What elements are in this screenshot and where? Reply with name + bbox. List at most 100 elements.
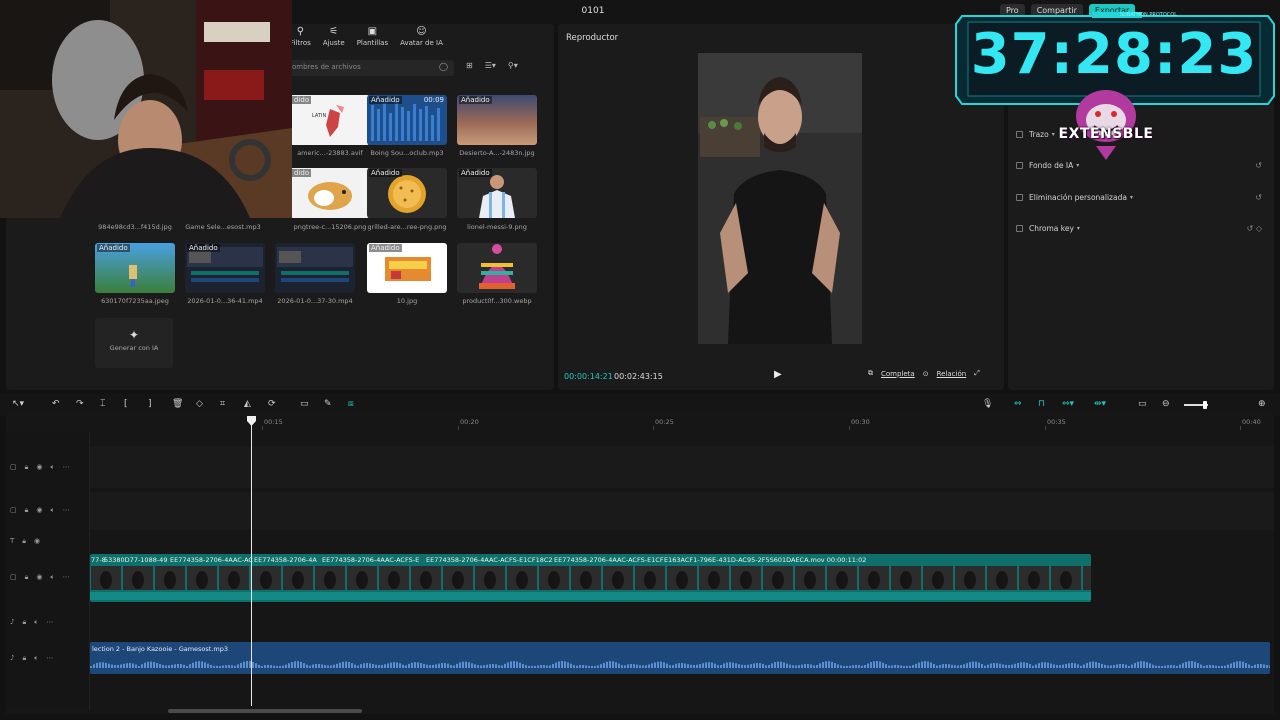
media-item[interactable] (275, 243, 355, 293)
filter-icon[interactable]: ⚲▾ (508, 61, 518, 70)
speaker-icon[interactable]: 🔈︎ (50, 463, 54, 472)
tab-adjust[interactable]: ⚟ Ajuste (323, 26, 345, 47)
microphone-icon[interactable]: 🎙 (982, 399, 993, 409)
lock-icon[interactable]: 🔒︎ (22, 654, 26, 663)
preview-axis-icon[interactable]: ⇹▾ (1094, 399, 1106, 409)
split-right-icon[interactable]: ] (148, 399, 152, 409)
speaker-icon[interactable]: 🔈︎ (34, 654, 38, 663)
full-quality-button[interactable]: Completa (881, 370, 915, 378)
speaker-icon[interactable]: 🔈︎ (50, 573, 54, 582)
caption-icon[interactable]: ▭ (1138, 399, 1147, 409)
mirror-icon[interactable]: ◭ (244, 399, 251, 409)
tab-ai-avatar[interactable]: ☺ Avatar de IA (400, 26, 443, 47)
prop-custom-removal[interactable]: Eliminación personalizada ▾ ↺ (1016, 190, 1270, 204)
media-item[interactable]: Añadido (95, 243, 175, 293)
media-item[interactable]: Añadido (367, 243, 447, 293)
playhead[interactable] (251, 416, 252, 706)
waveform-bar (723, 663, 725, 668)
lock-icon[interactable]: 🔒︎ (22, 618, 26, 627)
video-preview[interactable] (698, 53, 862, 344)
speaker-icon[interactable]: 🔈︎ (50, 506, 54, 515)
redo-icon[interactable]: ↷ (76, 399, 84, 409)
waveform-bar (1023, 662, 1025, 668)
media-item[interactable]: Añadido (457, 95, 537, 145)
waveform-bar (912, 665, 914, 668)
play-button[interactable]: ▶ (774, 369, 782, 380)
tab-templates[interactable]: ▣ Plantillas (357, 26, 388, 47)
reset-keyframe-icon[interactable]: ↺ ◇ (1247, 224, 1262, 233)
reset-icon[interactable]: ↺ (1255, 161, 1262, 170)
sort-icon[interactable]: ☰▾ (485, 61, 496, 70)
shield-icon[interactable]: ◇ (196, 399, 203, 409)
waveform-bar (1068, 663, 1070, 668)
media-item[interactable]: Añadido 00:09 (367, 95, 447, 145)
lock-icon[interactable]: 🔒︎ (25, 463, 29, 472)
split-icon[interactable]: ⌶ (100, 399, 105, 409)
eye-icon[interactable]: ◉ (36, 463, 42, 472)
snapshot-icon[interactable]: ⊙ (923, 370, 929, 378)
more-icon[interactable]: ⋯ (46, 618, 53, 627)
search-icon[interactable]: ◯ (439, 62, 448, 71)
eye-icon[interactable]: ◉ (36, 573, 42, 582)
eye-icon[interactable]: ◉ (34, 537, 40, 546)
search-input[interactable]: ombres de archivos ◯ (286, 60, 454, 76)
lock-icon[interactable]: 🔒︎ (22, 537, 26, 546)
link-icon[interactable]: ⇔ (1014, 399, 1022, 409)
split-left-icon[interactable]: [ (124, 399, 128, 409)
media-item[interactable]: Añadido (185, 243, 265, 293)
waveform-bar (1053, 664, 1055, 668)
auto-caption-icon[interactable]: ▭ (300, 399, 309, 409)
media-item[interactable]: Añadido (457, 168, 537, 218)
more-icon[interactable]: ⋯ (46, 654, 53, 663)
magnet-icon[interactable]: ⊓ (1038, 399, 1045, 409)
select-tool-icon[interactable]: ↖▾ (12, 399, 24, 409)
snap-icon[interactable]: ⇔▾ (1062, 399, 1074, 409)
media-item[interactable] (457, 243, 537, 293)
custom-removal-checkbox[interactable] (1016, 193, 1023, 201)
aspect-ratio-button[interactable]: Relación (937, 370, 967, 378)
rotate-icon[interactable]: ⟳ (268, 399, 276, 409)
overlay-lane[interactable] (90, 446, 1274, 488)
waveform-bar (1146, 662, 1148, 668)
more-icon[interactable]: ⋯ (63, 463, 70, 472)
lock-icon[interactable]: 🔒︎ (25, 506, 29, 515)
media-item[interactable]: Añadido (367, 168, 447, 218)
zoom-slider-handle[interactable] (1203, 401, 1207, 409)
ai-cut-icon[interactable]: ⧈ (348, 399, 354, 409)
audio-track[interactable] (90, 642, 1270, 674)
undo-icon[interactable]: ↶ (52, 399, 60, 409)
stroke-checkbox[interactable] (1016, 130, 1023, 138)
delete-icon[interactable]: 🗑 (172, 399, 183, 409)
speaker-icon[interactable]: 🔈︎ (34, 618, 38, 627)
eye-icon[interactable]: ◉ (36, 506, 42, 515)
zoom-out-icon[interactable]: ⊖ (1162, 399, 1170, 409)
waveform-bar (273, 665, 275, 668)
waveform-bar (480, 665, 482, 668)
chroma-key-checkbox[interactable] (1016, 224, 1023, 232)
fullscreen-icon[interactable]: ⤢ (974, 369, 980, 378)
generate-with-ai-button[interactable]: ✦ Generar con IA (95, 318, 173, 368)
magic-icon[interactable]: ✎ (324, 399, 332, 409)
grid-view-icon[interactable]: ⊞ (466, 61, 473, 70)
zoom-in-icon[interactable]: ⊕ (1258, 399, 1266, 409)
waveform-bar (981, 663, 983, 668)
more-icon[interactable]: ⋯ (63, 506, 70, 515)
waveform-bar (285, 664, 287, 668)
waveform-bar (807, 663, 809, 668)
crop-icon[interactable]: ⌗ (220, 399, 225, 409)
prop-chroma-key[interactable]: Chroma key ▾ ↺ ◇ (1016, 221, 1270, 235)
crop-icon[interactable]: ⧉ (868, 369, 873, 378)
lock-icon[interactable]: 🔒︎ (25, 573, 29, 582)
more-icon[interactable]: ⋯ (63, 573, 70, 582)
ai-background-checkbox[interactable] (1016, 161, 1023, 169)
playhead-handle[interactable] (247, 416, 256, 426)
tab-filters[interactable]: ⚲ Filtros (290, 26, 311, 47)
reset-icon[interactable]: ↺ (1255, 193, 1262, 202)
media-item[interactable]: dido (290, 168, 370, 218)
media-item[interactable]: dido LATIN (290, 95, 370, 145)
waveform-bar (576, 665, 578, 668)
timeline-scrollbar[interactable] (168, 709, 362, 713)
waveform-bar (447, 663, 449, 668)
waveform-bar (1257, 664, 1259, 668)
overlay-lane[interactable] (90, 492, 1274, 530)
